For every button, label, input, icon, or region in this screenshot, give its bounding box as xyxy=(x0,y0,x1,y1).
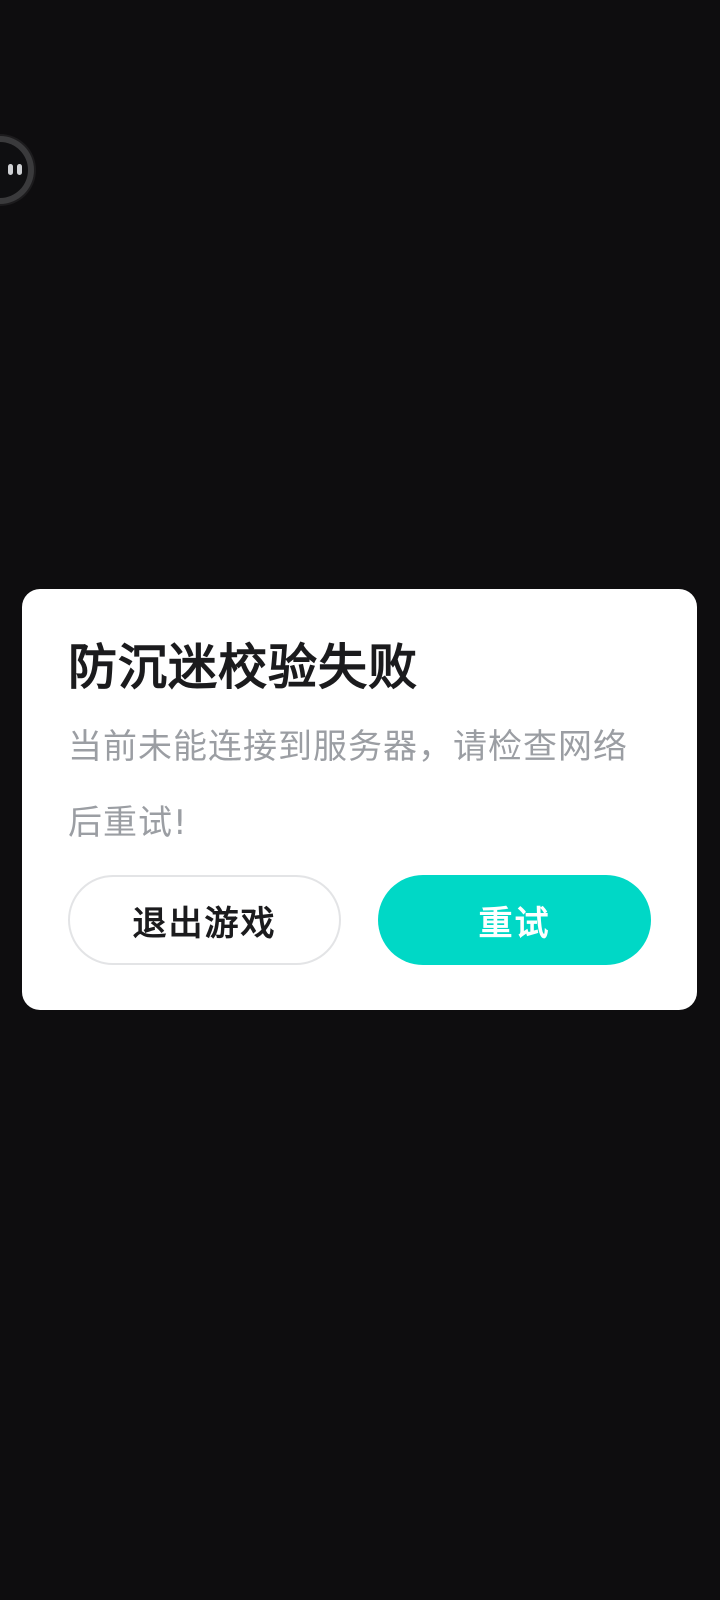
assistant-eye-right xyxy=(17,164,22,175)
assistant-eye-left xyxy=(8,164,13,175)
dialog-actions: 退出游戏 重试 xyxy=(68,875,651,965)
floating-assistant-button[interactable] xyxy=(0,136,34,204)
exit-game-button[interactable]: 退出游戏 xyxy=(68,875,341,965)
game-screen: 防沉迷校验失败 当前未能连接到服务器，请检查网络后重试! 退出游戏 重试 xyxy=(0,0,720,1600)
anti-addiction-dialog: 防沉迷校验失败 当前未能连接到服务器，请检查网络后重试! 退出游戏 重试 xyxy=(22,589,697,1010)
dialog-message: 当前未能连接到服务器，请检查网络后重试! xyxy=(68,726,628,843)
assistant-face-icon xyxy=(0,142,28,198)
retry-button[interactable]: 重试 xyxy=(378,875,651,965)
dialog-title: 防沉迷校验失败 xyxy=(68,639,419,696)
